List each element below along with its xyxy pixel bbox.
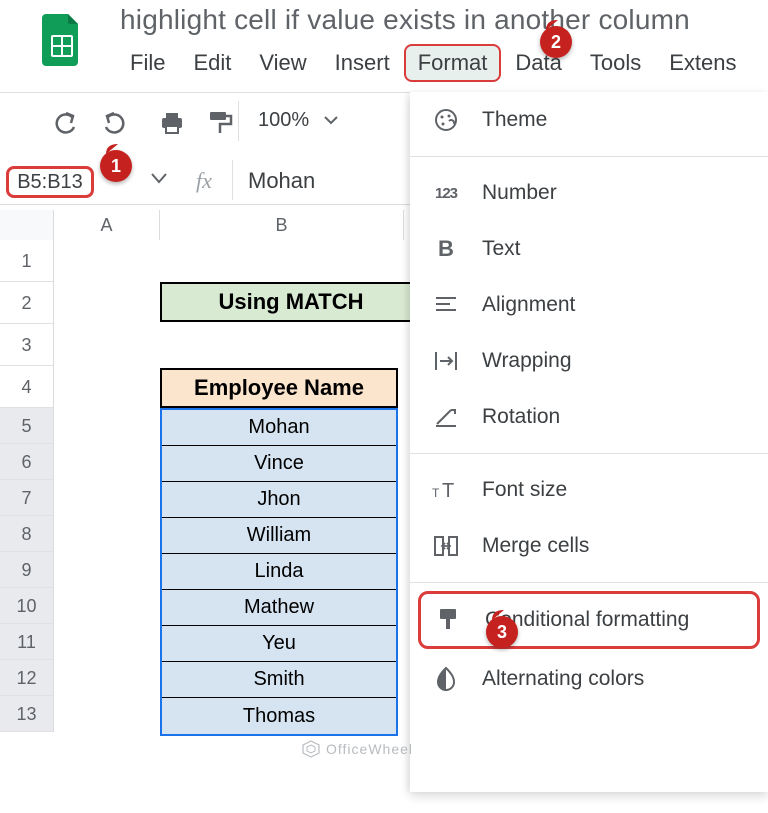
menu-label: Rotation — [482, 405, 560, 429]
svg-text:T: T — [442, 480, 454, 501]
bold-icon: B — [432, 235, 460, 263]
row-header-7[interactable]: 7 — [0, 480, 54, 516]
menu-label: Theme — [482, 108, 547, 132]
svg-text:T: T — [432, 486, 440, 500]
paint-format-icon[interactable] — [206, 109, 234, 137]
step-badge-2: 2 — [540, 26, 572, 58]
wrapping-icon — [432, 347, 460, 375]
menu-label: Merge cells — [482, 534, 589, 558]
print-icon[interactable] — [158, 109, 186, 137]
menu-separator — [410, 156, 768, 157]
watermark-icon — [302, 740, 320, 758]
select-all-corner[interactable] — [0, 210, 54, 240]
menu-separator — [410, 582, 768, 583]
row-header-6[interactable]: 6 — [0, 444, 54, 480]
zoom-level[interactable]: 100% — [258, 109, 339, 132]
format-menu-dropdown: Theme 123 Number B Text Alignment Wrappi… — [410, 92, 768, 792]
step-badge-3: 3 — [486, 616, 518, 648]
menu-item-fontsize[interactable]: TT Font size — [410, 462, 768, 518]
toolbar-divider — [238, 101, 239, 141]
menu-file[interactable]: File — [116, 46, 179, 80]
step-badge-1: 1 — [100, 150, 132, 182]
menu-item-number[interactable]: 123 Number — [410, 165, 768, 221]
section-banner: Using MATCH — [160, 282, 420, 322]
table-row[interactable]: Thomas — [162, 698, 396, 734]
menu-item-rotation[interactable]: Rotation — [410, 389, 768, 445]
caret-down-icon — [323, 115, 339, 127]
number-icon: 123 — [432, 179, 460, 207]
row-header-12[interactable]: 12 — [0, 660, 54, 696]
zoom-value: 100% — [258, 109, 309, 131]
fx-divider — [232, 160, 233, 200]
fontsize-icon: TT — [432, 476, 460, 504]
name-box-dropdown-icon[interactable] — [150, 172, 168, 186]
document-title[interactable]: highlight cell if value exists in anothe… — [120, 4, 690, 36]
menu-item-alternating-colors[interactable]: Alternating colors — [410, 651, 768, 707]
menu-extensions[interactable]: Extens — [655, 46, 750, 80]
name-box-value: B5:B13 — [17, 171, 83, 194]
table-row[interactable]: Mathew — [162, 590, 396, 626]
table-row[interactable]: William — [162, 518, 396, 554]
row-header-13[interactable]: 13 — [0, 696, 54, 732]
menu-tools[interactable]: Tools — [576, 46, 655, 80]
row-header-3[interactable]: 3 — [0, 324, 54, 366]
watermark-text: OfficeWheel — [326, 741, 413, 757]
menu-format[interactable]: Format — [404, 44, 502, 82]
redo-icon[interactable] — [100, 109, 128, 137]
menu-item-mergecells[interactable]: Merge cells — [410, 518, 768, 574]
selected-range[interactable]: Mohan Vince Jhon William Linda Mathew Ye… — [160, 408, 398, 736]
table-row[interactable]: Jhon — [162, 482, 396, 518]
row-header-1[interactable]: 1 — [0, 240, 54, 282]
menu-label: Font size — [482, 478, 567, 502]
palette-icon — [432, 106, 460, 134]
undo-icon[interactable] — [52, 109, 80, 137]
column-header-b[interactable]: B — [160, 210, 404, 240]
row-header-11[interactable]: 11 — [0, 624, 54, 660]
table-row[interactable]: Mohan — [162, 410, 396, 446]
alignment-icon — [432, 291, 460, 319]
menu-separator — [410, 453, 768, 454]
table-row[interactable]: Yeu — [162, 626, 396, 662]
rotation-icon — [432, 403, 460, 431]
table-row[interactable]: Smith — [162, 662, 396, 698]
sheets-logo-icon — [42, 14, 82, 66]
conditional-formatting-icon — [435, 606, 463, 634]
menu-label: Alignment — [482, 293, 575, 317]
merge-icon — [432, 532, 460, 560]
name-box[interactable]: B5:B13 — [6, 166, 94, 198]
table-header-employee-name: Employee Name — [160, 368, 398, 408]
row-header-9[interactable]: 9 — [0, 552, 54, 588]
badge-number: 3 — [497, 622, 507, 643]
menu-insert[interactable]: Insert — [321, 46, 404, 80]
menu-label: Wrapping — [482, 349, 572, 373]
column-header-a[interactable]: A — [54, 210, 160, 240]
formula-bar[interactable]: Mohan — [248, 168, 315, 194]
badge-number: 2 — [551, 32, 561, 53]
menu-item-text[interactable]: B Text — [410, 221, 768, 277]
row-header-4[interactable]: 4 — [0, 366, 54, 408]
row-header-5[interactable]: 5 — [0, 408, 54, 444]
alternating-colors-icon — [432, 665, 460, 693]
table-row[interactable]: Linda — [162, 554, 396, 590]
menu-item-wrapping[interactable]: Wrapping — [410, 333, 768, 389]
menu-label: Text — [482, 237, 521, 261]
menu-label: Alternating colors — [482, 667, 644, 691]
menubar: File Edit View Insert Format Data Tools … — [116, 44, 751, 82]
menu-item-theme[interactable]: Theme — [410, 92, 768, 148]
menu-item-conditional-formatting[interactable]: Conditional formatting — [418, 591, 760, 649]
row-header-2[interactable]: 2 — [0, 282, 54, 324]
row-header-8[interactable]: 8 — [0, 516, 54, 552]
badge-number: 1 — [111, 156, 121, 177]
menu-label: Number — [482, 181, 557, 205]
row-header-10[interactable]: 10 — [0, 588, 54, 624]
menu-item-alignment[interactable]: Alignment — [410, 277, 768, 333]
menu-edit[interactable]: Edit — [179, 46, 245, 80]
fx-label: fx — [196, 168, 212, 194]
watermark: OfficeWheel — [302, 740, 413, 758]
table-row[interactable]: Vince — [162, 446, 396, 482]
row-headers: 1 2 3 4 5 6 7 8 9 10 11 12 13 — [0, 240, 54, 732]
menu-view[interactable]: View — [245, 46, 320, 80]
